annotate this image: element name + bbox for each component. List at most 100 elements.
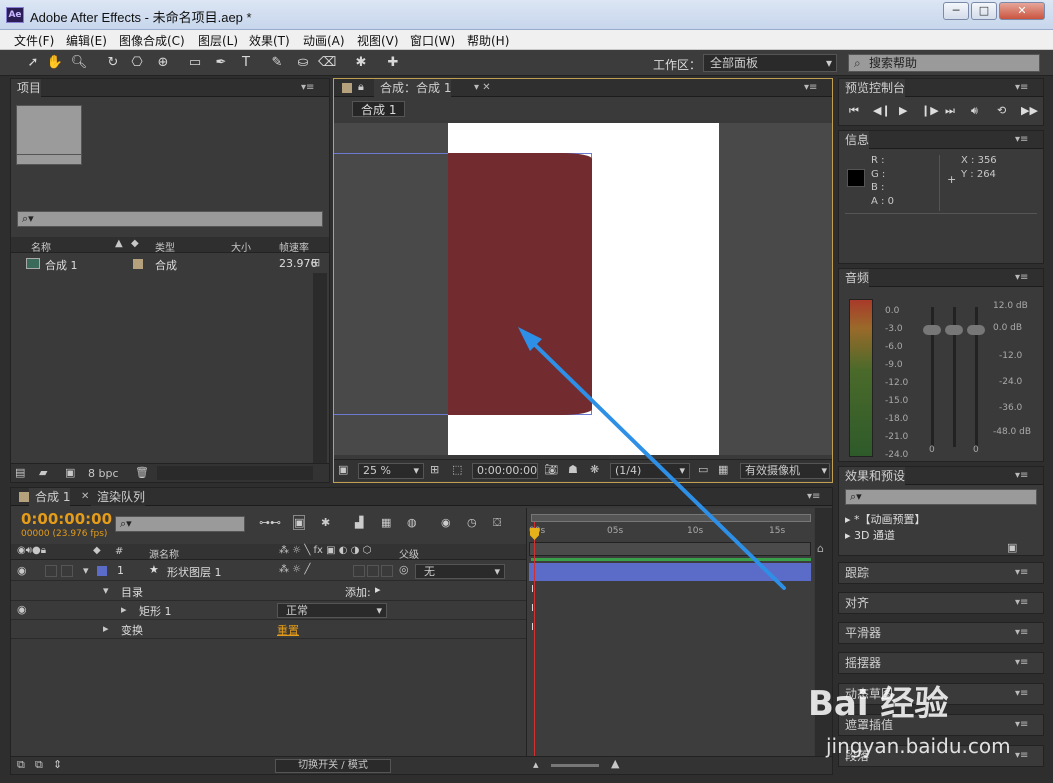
col-fps[interactable]: 帧速率 — [279, 239, 309, 254]
new-folder-icon[interactable]: ▰ — [39, 466, 47, 479]
snapshot-icon[interactable]: 📷︎ — [544, 463, 558, 476]
expand-timestretch-icon[interactable]: ⇕ — [53, 758, 62, 771]
project-scrollbar[interactable] — [313, 273, 327, 463]
text-tool-icon[interactable]: T — [237, 54, 255, 72]
anchor-tool-icon[interactable]: ⊕ — [154, 54, 172, 72]
twirl-right-icon[interactable]: ▸ — [103, 622, 109, 635]
timeline-graph[interactable]: 00s 05s 10s 15s I I I — [526, 508, 814, 764]
pickwhip-icon[interactable]: ◎ — [399, 563, 409, 576]
panel-menu-icon[interactable]: ▾≡ — [1015, 688, 1028, 699]
roto-brush-icon[interactable]: ✱ — [352, 54, 370, 72]
timeline-timecode[interactable]: 0:00:00:00 — [21, 510, 112, 528]
flowchart-icon[interactable]: ⊞ — [311, 256, 320, 269]
comp-menu-icon[interactable]: ▾ ✕ — [474, 82, 491, 93]
lock-icon[interactable]: 🔒︎ — [358, 80, 364, 94]
twirl-down-icon[interactable]: ▾ — [83, 564, 89, 577]
info-tab[interactable]: 信息 — [839, 131, 870, 149]
align-tab[interactable]: 对齐 — [839, 594, 870, 612]
resolution-select[interactable]: (1/4) ▾ — [610, 463, 690, 479]
bpc-label[interactable]: 8 bpc — [88, 467, 119, 480]
shy-layers-icon[interactable]: ✱ — [321, 516, 330, 529]
panel-menu-icon[interactable]: ▾≡ — [1015, 597, 1028, 608]
zoom-select[interactable]: 25 % ▾ — [358, 463, 424, 479]
add-arrow-icon[interactable]: ▸ — [375, 583, 381, 596]
next-frame-icon[interactable]: ❙▶ — [921, 104, 939, 117]
selection-tool-icon[interactable]: ➚ — [24, 54, 42, 72]
audio-tab[interactable]: 音频 — [839, 269, 870, 287]
menu-effect[interactable]: 效果(T) — [249, 32, 290, 49]
menu-window[interactable]: 窗口(W) — [410, 32, 455, 49]
help-search-input[interactable]: ⌕ 搜索帮助 — [848, 54, 1040, 72]
menu-edit[interactable]: 编辑(E) — [66, 32, 107, 49]
minimize-button[interactable]: ─ — [943, 2, 969, 20]
panel-menu-icon[interactable]: ▾≡ — [1015, 719, 1028, 730]
timeline-scrollbar[interactable]: ⌂ — [815, 508, 832, 764]
rectangle-row[interactable]: ◉ ▸ 矩形 1 正常 ▾ — [11, 601, 526, 620]
switch-box[interactable] — [353, 565, 365, 577]
time-ruler[interactable]: 00s 05s 10s 15s — [527, 524, 815, 540]
comp-mini-flowchart-icon[interactable]: ⊶⊷ — [259, 516, 281, 529]
effects-item-presets[interactable]: ▸ *【动画预置】 — [845, 511, 926, 527]
camera-tool-icon[interactable]: ⎔ — [128, 54, 146, 72]
menu-composition[interactable]: 图像合成(C) — [119, 32, 185, 49]
grid-icon[interactable]: ⊞ — [430, 463, 439, 476]
preview-tab[interactable]: 预览控制台 — [839, 79, 906, 97]
channel-icon[interactable]: ❋ — [590, 463, 599, 476]
timeline-search-input[interactable]: ⌕▾ — [115, 516, 245, 532]
toggle-switches-modes-button[interactable]: 切换开关 / 模式 — [275, 759, 391, 773]
zoom-slider[interactable] — [551, 764, 599, 767]
timeline-tab[interactable]: 合成 1 — [29, 488, 71, 506]
new-bin-icon[interactable]: ▣ — [1007, 541, 1017, 554]
layer-switches-icon[interactable]: ⁂ ☼ ╱ — [279, 564, 310, 575]
slider-center-handle[interactable] — [945, 325, 963, 335]
panel-menu-icon[interactable]: ▾≡ — [1015, 657, 1028, 668]
twirl-down-icon[interactable]: ▾ — [103, 584, 109, 597]
comp-subtab[interactable]: 合成 1 — [352, 101, 406, 117]
pen-tool-icon[interactable]: ✒ — [212, 54, 230, 72]
layer-row[interactable]: ◉ ▾ 1 ★ 形状图层 1 ⁂ ☼ ╱ ◎ 无 ▾ — [11, 562, 526, 581]
contents-row[interactable]: ▾ 目录 添加: ▸ — [11, 582, 526, 601]
comp-marker-icon[interactable]: ⌂ — [817, 542, 824, 555]
eye-icon[interactable]: ◉ — [17, 564, 27, 577]
prev-frame-icon[interactable]: ◀❙ — [873, 104, 891, 117]
slider-left-handle[interactable] — [923, 325, 941, 335]
horizontal-scrollbar[interactable] — [157, 466, 313, 480]
timer-icon[interactable]: ◷ — [467, 516, 477, 529]
zoom-in-icon[interactable]: ▲ — [611, 757, 619, 770]
panel-menu-icon[interactable]: ▾≡ — [1015, 750, 1028, 761]
last-frame-icon[interactable]: ⏭ — [945, 104, 955, 118]
work-area-range[interactable] — [529, 542, 811, 556]
reset-link[interactable]: 重置 — [277, 622, 299, 638]
close-icon[interactable]: ✕ — [81, 491, 89, 502]
project-tab[interactable]: 项目 — [11, 79, 42, 97]
effects-search-input[interactable]: ⌕▾ — [845, 489, 1037, 505]
frame-blending-icon[interactable]: ▟ — [355, 516, 363, 529]
parent-select[interactable]: 无 ▾ — [415, 564, 505, 579]
render-queue-tab[interactable]: 渲染队列 — [91, 488, 146, 506]
panel-menu-icon[interactable]: ▾≡ — [1015, 82, 1028, 93]
effects-item-3d[interactable]: ▸ 3D 通道 — [845, 527, 895, 543]
workspace-select[interactable]: 全部面板 ▾ — [703, 54, 837, 72]
smoother-tab[interactable]: 平滑器 — [839, 624, 882, 642]
panel-menu-icon[interactable]: ▾≡ — [301, 82, 314, 93]
switch-box[interactable] — [381, 565, 393, 577]
wiggler-tab[interactable]: 摇摆器 — [839, 654, 882, 672]
panel-menu-icon[interactable]: ▾≡ — [1015, 470, 1028, 481]
brush-tool-icon[interactable]: ✎ — [268, 54, 286, 72]
layer-duration-bar[interactable] — [529, 563, 811, 581]
current-time-field[interactable]: 0:00:00:00 — [472, 463, 538, 479]
work-area-bar[interactable] — [531, 514, 811, 522]
region-of-interest-icon[interactable]: ▭ — [698, 463, 708, 476]
close-button[interactable]: ✕ — [999, 2, 1045, 20]
layer-name[interactable]: 形状图层 1 — [167, 564, 222, 580]
rotate-tool-icon[interactable]: ↻ — [104, 54, 122, 72]
zoom-out-icon[interactable]: ▴ — [533, 758, 539, 771]
new-comp-icon[interactable]: ▣ — [65, 466, 75, 479]
mask-visibility-icon[interactable]: ⬚ — [452, 463, 462, 476]
menu-layer[interactable]: 图层(L) — [198, 32, 238, 49]
panel-menu-icon[interactable]: ▾≡ — [804, 82, 817, 93]
col-size[interactable]: 大小 — [231, 239, 251, 254]
render-icon[interactable]: ⛋ — [493, 516, 501, 530]
show-snapshot-icon[interactable]: ☗ — [568, 463, 578, 476]
solo-box[interactable] — [45, 565, 57, 577]
